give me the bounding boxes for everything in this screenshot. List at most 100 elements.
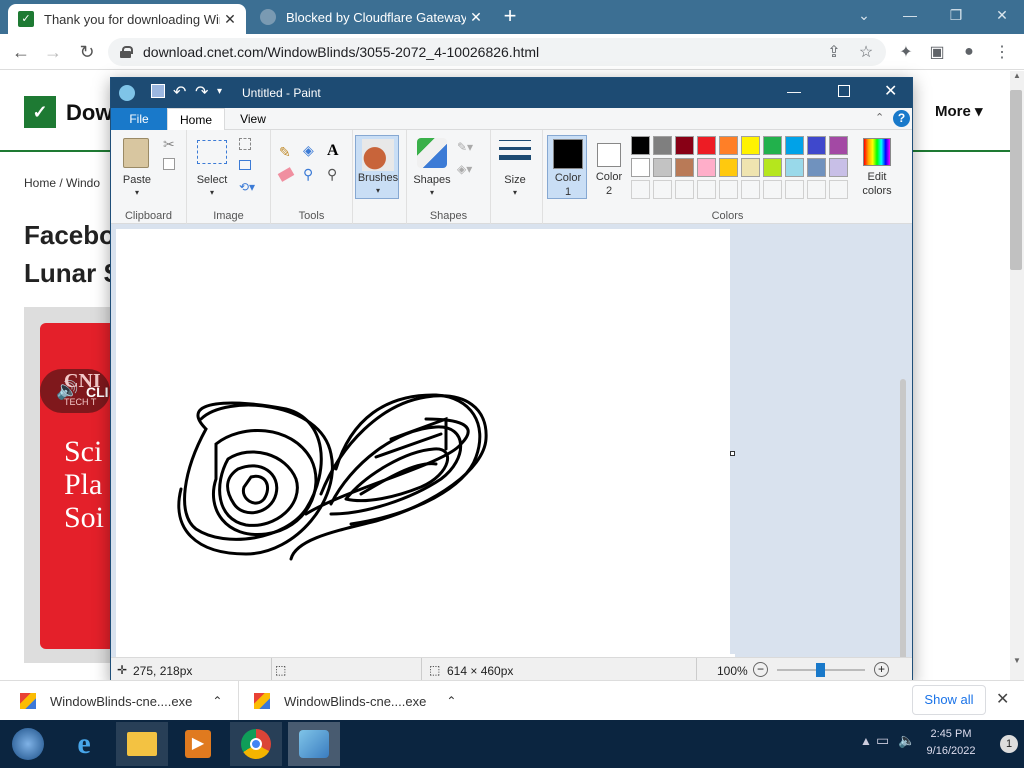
palette-swatch[interactable] [697, 136, 716, 155]
magnifier-icon[interactable]: ⚲ [327, 166, 337, 183]
side-panel-icon[interactable]: ▣ [921, 34, 953, 70]
palette-swatch[interactable] [807, 136, 826, 155]
tab-cnet[interactable]: ✓ Thank you for downloading WindowBlinds… [8, 4, 246, 34]
color-picker-icon[interactable]: ⚲ [303, 166, 313, 183]
restore-button[interactable]: ❐ [934, 0, 978, 30]
select-dropdown-icon[interactable]: ▾ [191, 188, 233, 197]
notification-badge[interactable]: 1 [1000, 735, 1018, 753]
fill-icon[interactable]: ◈ [303, 142, 314, 159]
palette-swatch[interactable] [719, 136, 738, 155]
clock[interactable]: 2:45 PM 9/16/2022 [922, 726, 980, 760]
share-icon[interactable]: ⇪ [818, 34, 850, 70]
edit-colors-button[interactable]: Edit colors [855, 135, 899, 199]
palette-swatch[interactable] [675, 158, 694, 177]
palette-swatch[interactable] [675, 180, 694, 199]
brushes-button[interactable]: Brushes ▾ [355, 135, 399, 199]
paint-maximize-button[interactable] [838, 85, 850, 97]
collapse-ribbon-icon[interactable]: ⌃ [875, 111, 884, 124]
more-menu[interactable]: More ▾ [935, 102, 983, 120]
cnet-logo-icon[interactable]: ✓ [24, 96, 56, 128]
close-window-button[interactable]: ✕ [980, 0, 1024, 30]
palette-swatch[interactable] [741, 158, 760, 177]
color2-button[interactable]: Color 2 [589, 135, 629, 199]
resize-icon[interactable] [239, 160, 251, 170]
palette-swatch[interactable] [653, 180, 672, 199]
size-dropdown-icon[interactable]: ▾ [493, 188, 537, 197]
scrollbar-thumb[interactable] [1010, 90, 1022, 270]
close-tab-icon[interactable]: ✕ [466, 9, 486, 26]
download-item[interactable]: WindowBlinds-cne....exe ⌃ [20, 681, 230, 721]
menu-icon[interactable]: ⋮ [986, 34, 1018, 70]
extensions-icon[interactable]: ✦ [890, 34, 922, 70]
close-downloads-icon[interactable]: ✕ [996, 689, 1009, 709]
taskbar-explorer[interactable] [116, 722, 168, 766]
shapes-button[interactable]: Shapes [411, 174, 453, 186]
help-icon[interactable]: ? [893, 110, 910, 127]
bookmark-star-icon[interactable]: ☆ [850, 34, 882, 70]
download-item[interactable]: WindowBlinds-cne....exe ⌃ [254, 681, 464, 721]
taskbar-chrome[interactable] [230, 722, 282, 766]
palette-swatch[interactable] [829, 158, 848, 177]
chevron-up-icon[interactable]: ⌃ [212, 694, 222, 708]
volume-icon[interactable]: 🔈 [898, 732, 915, 749]
address-bar[interactable]: download.cnet.com/WindowBlinds/3055-2072… [108, 38, 886, 66]
pencil-icon[interactable]: ✎ [279, 144, 291, 161]
palette-swatch[interactable] [653, 136, 672, 155]
palette-swatch[interactable] [719, 158, 738, 177]
close-tab-icon[interactable]: ✕ [220, 11, 240, 28]
zoom-slider-thumb[interactable] [816, 663, 825, 677]
paint-app-icon[interactable] [119, 85, 135, 101]
palette-swatch[interactable] [785, 180, 804, 199]
start-button[interactable] [2, 722, 54, 766]
minimize-button[interactable]: — [888, 0, 932, 30]
palette-swatch[interactable] [763, 180, 782, 199]
drawing-canvas[interactable] [116, 229, 730, 657]
customize-qat-icon[interactable]: ▾ [217, 86, 222, 97]
palette-swatch[interactable] [631, 180, 650, 199]
zoom-out-icon[interactable]: − [753, 662, 768, 677]
palette-swatch[interactable] [653, 158, 672, 177]
size-button[interactable]: Size [493, 174, 537, 186]
crop-icon[interactable] [239, 138, 251, 150]
eraser-icon[interactable] [277, 167, 295, 182]
paint-minimize-button[interactable]: — [787, 83, 801, 99]
breadcrumb[interactable]: Home / Windo [24, 176, 100, 190]
outline-icon[interactable]: ✎▾ [457, 140, 473, 154]
fill-shape-icon[interactable]: ◈▾ [457, 162, 472, 176]
palette-swatch[interactable] [697, 180, 716, 199]
undo-icon[interactable]: ↶ [173, 82, 186, 102]
palette-swatch[interactable] [631, 158, 650, 177]
paste-dropdown-icon[interactable]: ▾ [119, 188, 155, 197]
copy-icon[interactable] [163, 158, 175, 170]
forward-icon[interactable]: → [38, 34, 68, 70]
taskbar-paint[interactable] [288, 722, 340, 766]
save-icon[interactable] [151, 84, 165, 98]
rotate-icon[interactable]: ⟲▾ [239, 180, 255, 194]
cut-icon[interactable]: ✂ [163, 136, 175, 153]
taskbar-media[interactable]: ▶ [172, 722, 224, 766]
taskbar-ie[interactable]: e [58, 722, 110, 766]
show-all-button[interactable]: Show all [912, 685, 986, 715]
palette-swatch[interactable] [763, 158, 782, 177]
show-hidden-icons[interactable]: ▲ [860, 734, 872, 748]
palette-swatch[interactable] [697, 158, 716, 177]
redo-icon[interactable]: ↷ [195, 82, 208, 102]
chevron-up-icon[interactable]: ⌃ [446, 694, 456, 708]
palette-swatch[interactable] [741, 180, 760, 199]
tab-cloudflare[interactable]: Blocked by Cloudflare Gateway ✕ [250, 0, 492, 34]
palette-swatch[interactable] [741, 136, 760, 155]
scroll-up-icon[interactable]: ▲ [1010, 71, 1024, 83]
select-button[interactable]: Select [191, 174, 233, 186]
paste-button[interactable]: Paste [119, 174, 155, 186]
tab-file[interactable]: File [111, 108, 167, 130]
color1-button[interactable]: Color 1 [547, 135, 587, 199]
tab-home[interactable]: Home [167, 108, 225, 131]
palette-swatch[interactable] [631, 136, 650, 155]
reload-icon[interactable]: ↻ [72, 34, 102, 70]
scroll-down-icon[interactable]: ▼ [1010, 656, 1024, 668]
canvas-resize-handle[interactable] [730, 451, 735, 456]
tab-view[interactable]: View [225, 108, 281, 130]
back-icon[interactable]: ← [6, 34, 36, 70]
profile-icon[interactable]: ● [953, 34, 985, 70]
palette-swatch[interactable] [675, 136, 694, 155]
